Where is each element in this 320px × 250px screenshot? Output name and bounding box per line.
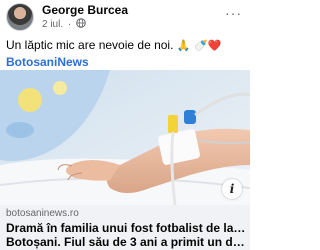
hashtag-link[interactable]: BotosaniNews <box>6 55 89 69</box>
meta-separator: · <box>67 19 72 30</box>
link-domain: botosaninews.ro <box>6 208 79 219</box>
post-emojis: 🙏 🍼❤️ <box>176 39 222 52</box>
link-title-line-2: Botoșani. Fiul său de 3 ani a primit un … <box>6 235 246 249</box>
globe-icon <box>76 18 86 31</box>
post-image[interactable]: i <box>0 70 250 205</box>
link-title[interactable]: Dramă în familia unui fost fotbalist de … <box>6 221 246 249</box>
link-title-line-1: Dramă în familia unui fost fotbalist de … <box>6 221 246 235</box>
post-date[interactable]: 2 iul. <box>42 19 63 30</box>
post-header: George Burcea 2 iul. · ··· <box>0 0 250 32</box>
hospital-photo <box>0 70 250 205</box>
post-text: Un lăptic mic are nevoie de noi. 🙏 🍼❤️ <box>6 38 221 52</box>
link-preview[interactable]: botosaninews.ro Dramă în familia unui fo… <box>0 205 250 250</box>
post-meta: 2 iul. · <box>42 18 86 31</box>
post-message: Un lăptic mic are nevoie de noi. <box>6 38 174 52</box>
info-icon[interactable]: i <box>222 179 242 199</box>
avatar[interactable] <box>6 3 34 31</box>
author-name[interactable]: George Burcea <box>42 3 128 17</box>
more-options-icon[interactable]: ··· <box>225 6 242 20</box>
